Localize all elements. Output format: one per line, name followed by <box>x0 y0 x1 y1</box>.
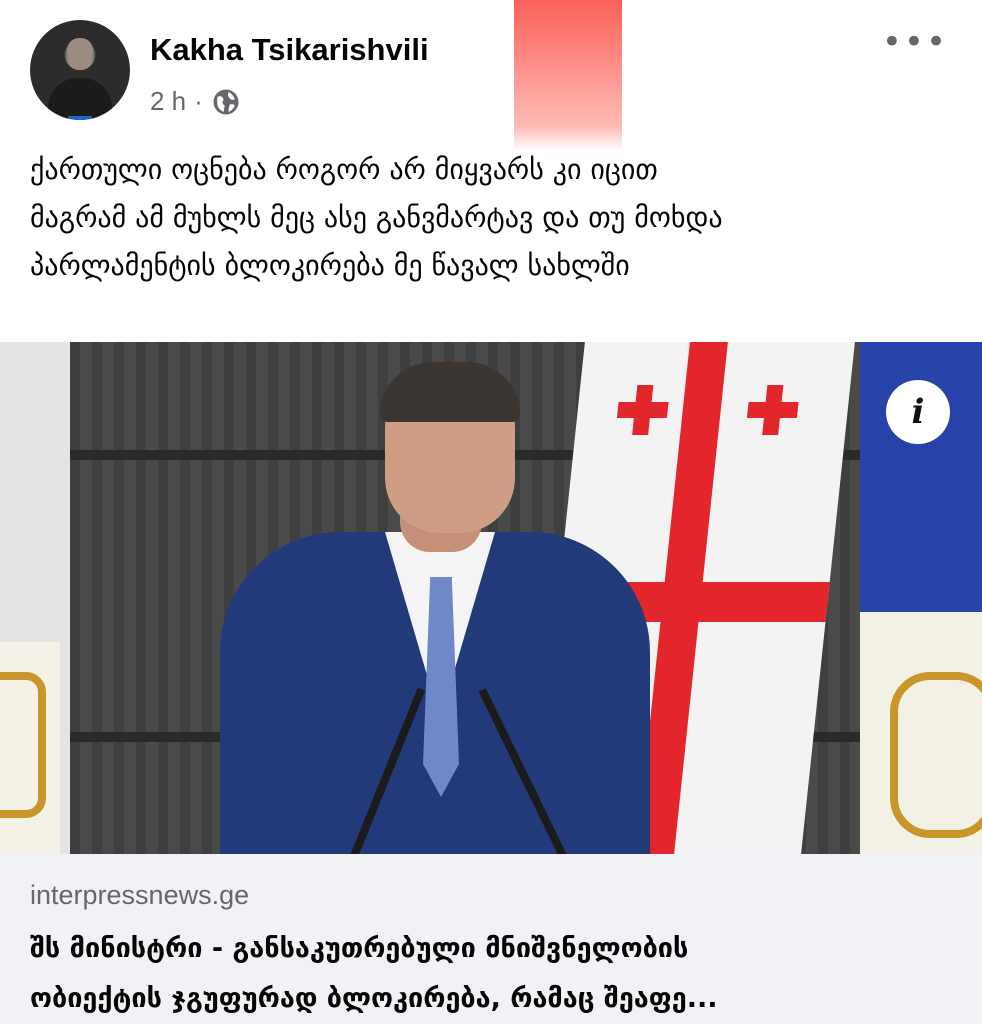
link-preview-image[interactable]: i <box>0 342 982 854</box>
post-meta: 2 h · <box>150 86 241 117</box>
wall-beam <box>70 450 982 460</box>
avatar-body <box>48 78 112 120</box>
link-domain: interpressnews.ge <box>30 880 250 910</box>
post-text-line: ქართული ოცნება როგორ არ მიყვარს კი იცით <box>30 153 658 186</box>
more-options-icon[interactable]: ••• <box>882 25 948 59</box>
post-text-line: პარლამენტის ბლოკირება მე წავალ სახლში <box>30 249 630 282</box>
ukraine-flag-badge <box>68 116 92 120</box>
link-title: შს მინისტრი - განსაკუთრებული მნიშვნელობი… <box>30 924 970 1024</box>
link-title-line: ობიექტის ჯგუფურად ბლოკირება, რამაც შეაფე… <box>30 983 718 1014</box>
author-name[interactable]: Kakha Tsikarishvili <box>150 32 429 68</box>
post-text: ქართული ოცნება როგორ არ მიყვარს კი იცით … <box>30 146 960 290</box>
post-header: Kakha Tsikarishvili 2 h · ••• <box>0 0 982 140</box>
left-flag <box>0 642 60 854</box>
link-title-line: შს მინისტრი - განსაკუთრებული მნიშვნელობი… <box>30 933 689 964</box>
link-preview-card[interactable]: interpressnews.ge შს მინისტრი - განსაკუთ… <box>0 854 982 1024</box>
post-text-line: მაგრამ ამ მუხლს მეც ასე განვმარტავ და თუ… <box>30 201 723 234</box>
author-avatar[interactable] <box>30 20 130 120</box>
red-overlay-stripe <box>514 0 622 150</box>
meta-separator: · <box>194 86 203 116</box>
info-icon[interactable]: i <box>886 380 950 444</box>
avatar-face <box>67 38 93 70</box>
globe-icon[interactable] <box>211 87 241 117</box>
post-time[interactable]: 2 h <box>150 86 186 117</box>
